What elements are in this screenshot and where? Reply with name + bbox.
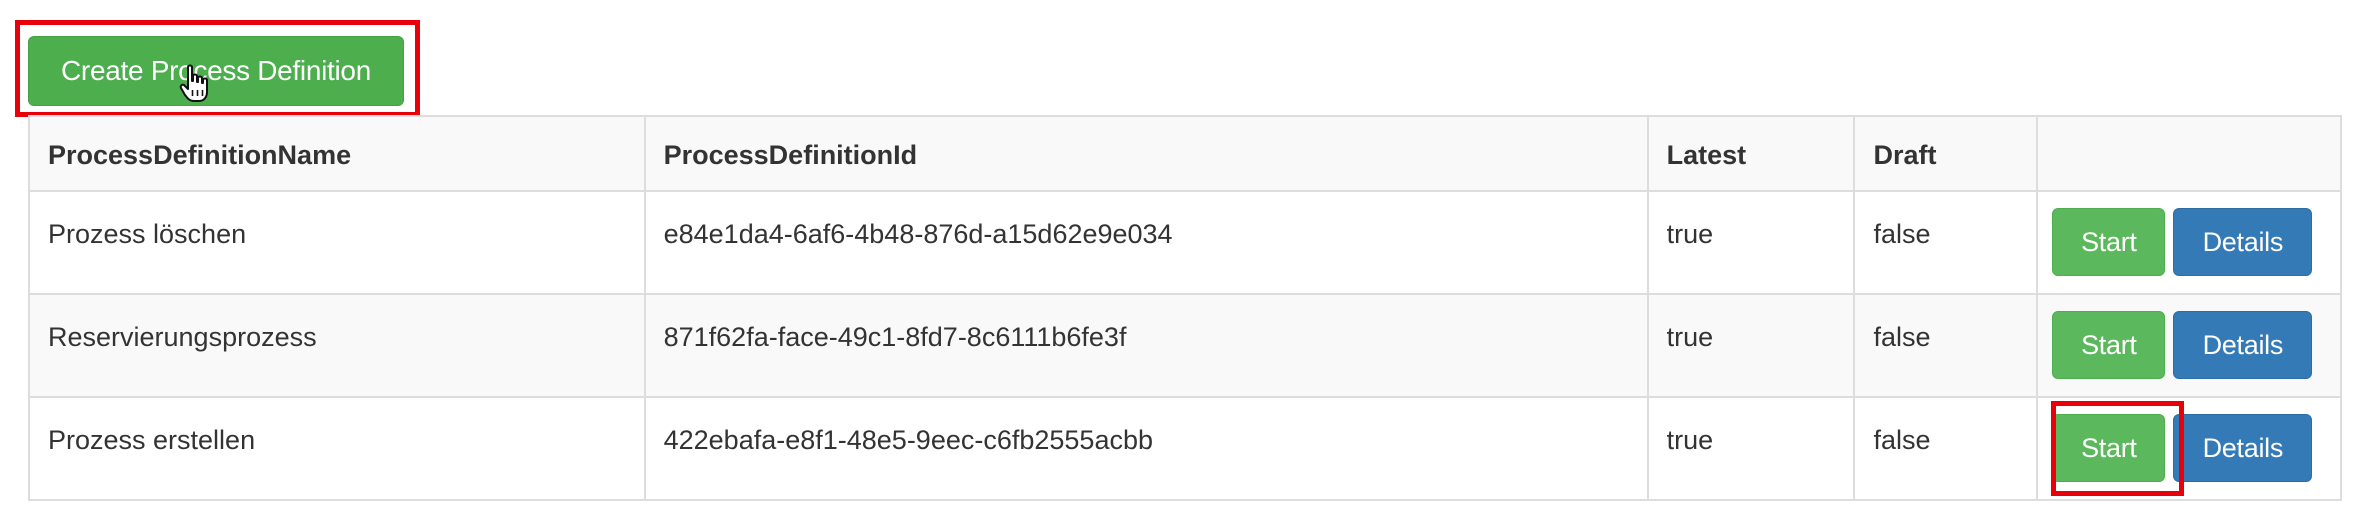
header-latest: Latest: [1646, 115, 1856, 192]
table-header-row: ProcessDefinitionName ProcessDefinitionI…: [28, 115, 2342, 192]
cell-latest: true: [1646, 396, 1856, 501]
start-button[interactable]: Start: [2052, 208, 2166, 276]
cell-id: 871f62fa-face-49c1-8fd7-8c6111b6fe3f: [643, 293, 1649, 398]
table-row: Prozess erstellen 422ebafa-e8f1-48e5-9ee…: [28, 396, 2342, 501]
cell-latest: true: [1646, 190, 1856, 295]
cell-id: e84e1da4-6af6-4b48-876d-a15d62e9e034: [643, 190, 1649, 295]
cell-draft: false: [1853, 293, 2039, 398]
cell-name: Prozess löschen: [28, 190, 646, 295]
start-button[interactable]: Start: [2052, 311, 2166, 379]
details-button[interactable]: Details: [2173, 208, 2313, 276]
cell-draft: false: [1853, 396, 2039, 501]
cell-actions: Start Details: [2036, 293, 2342, 398]
header-actions: [2036, 115, 2342, 192]
cell-actions: Start Details: [2036, 190, 2342, 295]
table-row: Prozess löschen e84e1da4-6af6-4b48-876d-…: [28, 190, 2342, 295]
create-process-definition-button[interactable]: Create Process Definition: [28, 36, 404, 106]
header-process-definition-name: ProcessDefinitionName: [28, 115, 646, 192]
process-definitions-table: ProcessDefinitionName ProcessDefinitionI…: [28, 115, 2342, 501]
cell-id: 422ebafa-e8f1-48e5-9eec-c6fb2555acbb: [643, 396, 1649, 501]
details-button[interactable]: Details: [2173, 311, 2313, 379]
cell-draft: false: [1853, 190, 2039, 295]
cell-name: Reservierungsprozess: [28, 293, 646, 398]
header-process-definition-id: ProcessDefinitionId: [643, 115, 1649, 192]
cell-name: Prozess erstellen: [28, 396, 646, 501]
header-draft: Draft: [1853, 115, 2039, 192]
hand-pointer-icon: [179, 64, 208, 102]
highlight-start-button: [2051, 401, 2184, 496]
details-button[interactable]: Details: [2173, 414, 2313, 482]
cell-latest: true: [1646, 293, 1856, 398]
table-row: Reservierungsprozess 871f62fa-face-49c1-…: [28, 293, 2342, 398]
